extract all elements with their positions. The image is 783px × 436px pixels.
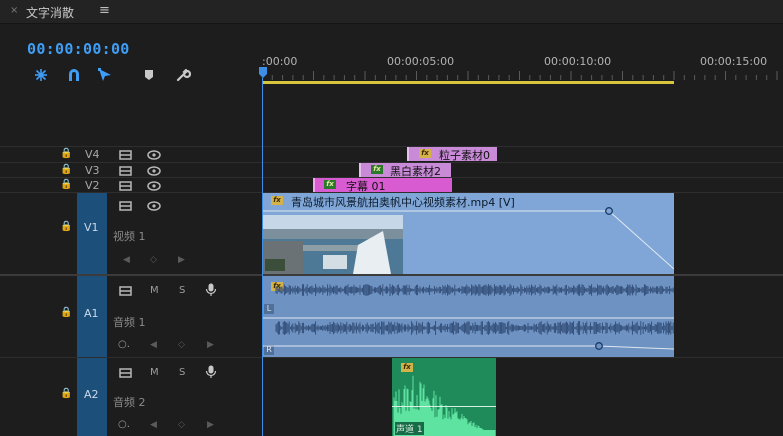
eye-icon[interactable] <box>147 201 161 211</box>
track-label-a2[interactable]: 音频 2 <box>113 394 146 410</box>
track-header-v2[interactable]: 🔒 V2 <box>0 178 261 193</box>
clip-video[interactable]: fx 青岛城市风景航拍奥帆中心视频素材.mp4 [V] <box>262 193 674 274</box>
track-header-a2[interactable]: 🔒 A2 M S 音频 2 ○. ◀ ◇ ▶ <box>0 358 261 436</box>
video-thumbnail <box>263 215 403 274</box>
sync-lock-icon[interactable] <box>119 150 133 160</box>
track-name-v3[interactable]: V3 <box>85 164 100 177</box>
work-area-bar[interactable] <box>262 81 674 84</box>
track-target-v1[interactable]: V1 <box>77 193 107 274</box>
lock-icon[interactable]: 🔒 <box>60 179 72 190</box>
playhead-handle[interactable] <box>259 67 267 78</box>
snap-icon[interactable] <box>33 67 49 83</box>
eye-icon[interactable] <box>147 181 161 191</box>
lock-icon[interactable]: 🔒 <box>60 307 72 318</box>
solo-button[interactable]: S <box>179 285 185 296</box>
volume-rubberband[interactable] <box>392 406 496 407</box>
track-name-a1: A1 <box>84 307 99 320</box>
linked-selection-icon[interactable] <box>97 67 113 83</box>
ruler-label-10s: 00:00:10:00 <box>544 55 612 68</box>
solo-button[interactable]: S <box>179 367 185 378</box>
eye-icon[interactable] <box>147 166 161 176</box>
track-header-a1[interactable]: 🔒 A1 M S 音频 1 ○. ◀ ◇ ▶ <box>0 276 261 357</box>
clip-black-white[interactable]: fx 黑白素材2 <box>359 163 451 177</box>
mute-button[interactable]: M <box>150 285 159 296</box>
time-ruler[interactable] <box>262 68 783 80</box>
volume-keyframe-icon[interactable]: ○. <box>118 339 130 350</box>
fx-badge[interactable]: fx <box>371 165 383 174</box>
track-label-v1[interactable]: 视频 1 <box>113 228 146 244</box>
track-name-a2: A2 <box>84 388 99 401</box>
fx-badge[interactable]: fx <box>419 149 431 158</box>
microphone-icon[interactable] <box>205 283 217 297</box>
playhead-line[interactable] <box>262 78 263 436</box>
magnet-link-icon[interactable] <box>66 67 82 83</box>
track-target-a1[interactable]: A1 <box>77 276 107 357</box>
next-keyframe-icon[interactable]: ▶ <box>207 420 214 430</box>
track-target-a2[interactable]: A2 <box>77 358 107 436</box>
fx-badge[interactable]: fx <box>324 180 336 189</box>
clip-audio-a2[interactable]: fx 声道 1 <box>392 358 496 436</box>
add-marker-icon[interactable] <box>141 67 157 83</box>
channel-label: 声道 1 <box>395 422 424 435</box>
clip-label: 字幕 01 <box>346 180 386 192</box>
lock-icon[interactable]: 🔒 <box>60 148 72 159</box>
add-keyframe-icon[interactable]: ◇ <box>178 340 185 350</box>
next-keyframe-icon[interactable]: ▶ <box>207 340 214 350</box>
track-header-v4[interactable]: 🔒 V4 <box>0 147 261 162</box>
mute-button[interactable]: M <box>150 367 159 378</box>
sequence-tab[interactable]: × 文字消散 ≡ <box>0 0 783 24</box>
eye-icon[interactable] <box>147 150 161 160</box>
ruler-label-15s: 00:00:15:00 <box>700 55 768 68</box>
sequence-title[interactable]: 文字消散 <box>26 4 74 21</box>
track-header-v1[interactable]: 🔒 V1 视频 1 ◀ ◇ ▶ <box>0 193 261 274</box>
clip-audio-a1[interactable]: fx L R <box>262 276 674 357</box>
sync-lock-icon[interactable] <box>119 286 133 296</box>
sync-lock-icon[interactable] <box>119 201 133 211</box>
panel-menu-icon[interactable]: ≡ <box>99 3 110 18</box>
clip-particle[interactable]: fx 粒子素材0 <box>407 147 497 161</box>
clip-caption[interactable]: fx 字幕 01 <box>313 178 452 192</box>
track-name-v1: V1 <box>84 221 99 234</box>
sync-lock-icon[interactable] <box>119 166 133 176</box>
clip-label: 黑白素材2 <box>390 165 441 177</box>
sync-lock-icon[interactable] <box>119 368 133 378</box>
track-header-v3[interactable]: 🔒 V3 <box>0 163 261 178</box>
add-keyframe-icon[interactable]: ◇ <box>178 420 185 430</box>
wrench-icon[interactable] <box>175 67 191 83</box>
lock-icon[interactable]: 🔒 <box>60 164 72 175</box>
add-keyframe-icon[interactable]: ◇ <box>150 255 157 265</box>
ruler-label-5s: 00:00:05:00 <box>387 55 455 68</box>
lock-icon[interactable]: 🔒 <box>60 388 72 399</box>
next-keyframe-icon[interactable]: ▶ <box>178 255 185 265</box>
playhead-timecode[interactable]: 00:00:00:00 <box>27 40 130 58</box>
ruler-label-start: :00:00 <box>262 55 298 68</box>
track-name-v2[interactable]: V2 <box>85 179 100 192</box>
volume-rubberband[interactable] <box>262 276 674 357</box>
microphone-icon[interactable] <box>205 365 217 379</box>
clip-label: 粒子素材0 <box>439 149 490 161</box>
lock-icon[interactable]: 🔒 <box>60 221 72 232</box>
prev-keyframe-icon[interactable]: ◀ <box>123 255 130 265</box>
volume-keyframe-icon[interactable]: ○. <box>118 419 130 430</box>
prev-keyframe-icon[interactable]: ◀ <box>150 340 157 350</box>
prev-keyframe-icon[interactable]: ◀ <box>150 420 157 430</box>
track-name-v4[interactable]: V4 <box>85 148 100 161</box>
sync-lock-icon[interactable] <box>119 181 133 191</box>
track-label-a1[interactable]: 音频 1 <box>113 314 146 330</box>
close-tab-icon[interactable]: × <box>10 5 18 16</box>
